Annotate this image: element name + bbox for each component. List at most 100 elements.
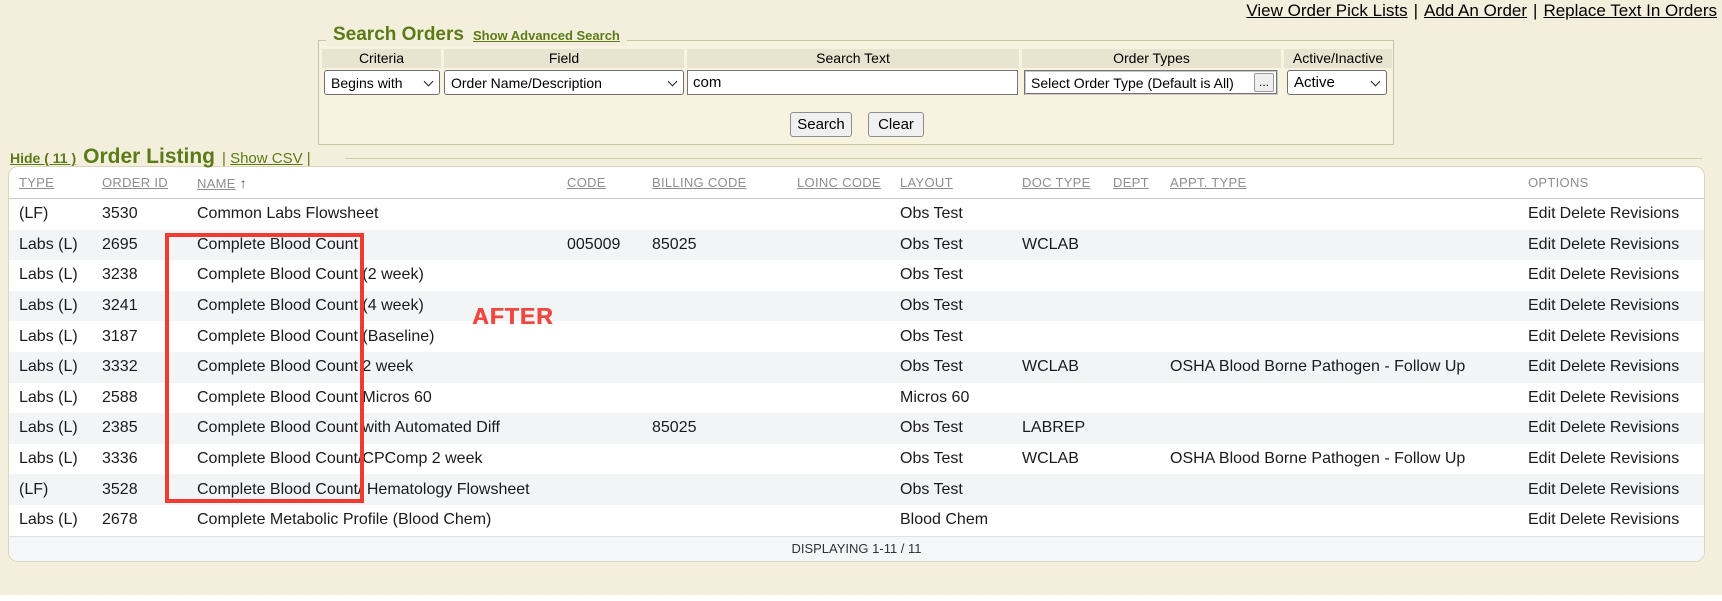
options-cell: EditDeleteRevisions (1518, 481, 1704, 499)
edit-action-link[interactable]: Edit (1528, 450, 1556, 467)
field-select[interactable]: Order Name/Description (444, 70, 684, 95)
revisions-action-link[interactable]: Revisions (1610, 419, 1679, 436)
criteria-select[interactable]: Begins with (324, 70, 440, 95)
cell: Complete Blood Count with Automated Diff (187, 419, 557, 437)
edit-action-link[interactable]: Edit (1528, 419, 1556, 436)
active-inactive-column-label: Active/Inactive (1284, 49, 1392, 68)
delete-action-link[interactable]: Delete (1560, 419, 1606, 436)
show-csv-link[interactable]: Show CSV (230, 150, 303, 167)
edit-action-link[interactable]: Edit (1528, 328, 1556, 345)
column-header-label[interactable]: ORDER ID (102, 175, 168, 190)
top-nav-link[interactable]: Add An Order (1424, 1, 1527, 20)
order-type-browse-button[interactable]: ... (1254, 73, 1274, 92)
table-header-row: TYPE ORDER ID NAME↑ CODE BILLING CODE LOINC C… (9, 167, 1704, 199)
search-text-input[interactable] (687, 70, 1018, 95)
edit-action-link[interactable]: Edit (1528, 481, 1556, 498)
revisions-action-link[interactable]: Revisions (1610, 205, 1679, 222)
column-header-label[interactable]: NAME (197, 176, 236, 191)
cell: OSHA Blood Borne Pathogen - Follow Up (1160, 450, 1518, 468)
revisions-action-link[interactable]: Revisions (1610, 328, 1679, 345)
cell: Labs (L) (9, 389, 92, 407)
cell: 85025 (642, 236, 787, 254)
edit-action-link[interactable]: Edit (1528, 297, 1556, 314)
cell: Obs Test (890, 266, 1012, 284)
column-header-label[interactable]: DEPT (1113, 175, 1149, 190)
order-listing-title: Order Listing (83, 145, 215, 169)
revisions-action-link[interactable]: Revisions (1610, 450, 1679, 467)
delete-action-link[interactable]: Delete (1560, 450, 1606, 467)
chevron-down-icon (668, 76, 678, 86)
top-nav-link[interactable]: Replace Text In Orders (1543, 1, 1717, 20)
column-header-appt-type[interactable]: APPT. TYPE (1160, 175, 1518, 190)
table-row: Labs (L)3238Complete Blood Count (2 week… (9, 260, 1704, 291)
column-header-loinc-code[interactable]: LOINC CODE (787, 175, 890, 190)
clear-button[interactable]: Clear (868, 112, 924, 137)
revisions-action-link[interactable]: Revisions (1610, 266, 1679, 283)
cell: Obs Test (890, 450, 1012, 468)
cell: Labs (L) (9, 236, 92, 254)
cell: 005009 (557, 236, 642, 254)
options-cell: EditDeleteRevisions (1518, 511, 1704, 529)
edit-action-link[interactable]: Edit (1528, 511, 1556, 528)
cell: Complete Blood Count Micros 60 (187, 389, 557, 407)
order-type-picker[interactable]: Select Order Type (Default is All) ... (1024, 70, 1278, 95)
edit-action-link[interactable]: Edit (1528, 389, 1556, 406)
options-cell: EditDeleteRevisions (1518, 450, 1704, 468)
column-header-label[interactable]: DOC TYPE (1022, 175, 1091, 190)
column-header-doc-type[interactable]: DOC TYPE (1012, 175, 1103, 190)
delete-action-link[interactable]: Delete (1560, 266, 1606, 283)
cell: 3187 (92, 328, 187, 346)
column-header-code[interactable]: CODE (557, 175, 642, 190)
revisions-action-link[interactable]: Revisions (1610, 511, 1679, 528)
column-header-dept[interactable]: DEPT (1103, 175, 1160, 190)
delete-action-link[interactable]: Delete (1560, 511, 1606, 528)
column-header-label[interactable]: BILLING CODE (652, 175, 747, 190)
column-header-label: OPTIONS (1528, 175, 1589, 190)
delete-action-link[interactable]: Delete (1560, 236, 1606, 253)
delete-action-link[interactable]: Delete (1560, 328, 1606, 345)
search-button[interactable]: Search (790, 112, 852, 137)
column-header-label[interactable]: APPT. TYPE (1170, 175, 1246, 190)
column-header-label[interactable]: TYPE (19, 175, 54, 190)
cell: 3238 (92, 266, 187, 284)
edit-action-link[interactable]: Edit (1528, 358, 1556, 375)
cell: 2385 (92, 419, 187, 437)
cell: Complete Blood Count (Baseline) (187, 328, 557, 346)
top-nav-link[interactable]: View Order Pick Lists (1246, 1, 1407, 20)
revisions-action-link[interactable]: Revisions (1610, 481, 1679, 498)
cell: LABREP (1012, 419, 1103, 437)
show-advanced-search-link[interactable]: Show Advanced Search (473, 28, 620, 43)
column-header-layout[interactable]: LAYOUT (890, 175, 1012, 190)
column-header-name[interactable]: NAME↑ (187, 175, 557, 191)
delete-action-link[interactable]: Delete (1560, 358, 1606, 375)
column-header-label[interactable]: CODE (567, 175, 606, 190)
cell: Obs Test (890, 297, 1012, 315)
delete-action-link[interactable]: Delete (1560, 297, 1606, 314)
revisions-action-link[interactable]: Revisions (1610, 358, 1679, 375)
cell: 85025 (642, 419, 787, 437)
table-row: Labs (L)3332Complete Blood Count 2 weekO… (9, 352, 1704, 383)
active-inactive-select[interactable]: Active (1287, 70, 1387, 95)
options-cell: EditDeleteRevisions (1518, 266, 1704, 284)
revisions-action-link[interactable]: Revisions (1610, 389, 1679, 406)
revisions-action-link[interactable]: Revisions (1610, 236, 1679, 253)
cell: Labs (L) (9, 450, 92, 468)
cell: Labs (L) (9, 297, 92, 315)
hide-count-link[interactable]: Hide ( 11 ) (10, 150, 76, 166)
column-header-type[interactable]: TYPE (9, 175, 92, 190)
delete-action-link[interactable]: Delete (1560, 389, 1606, 406)
cell: Labs (L) (9, 511, 92, 529)
edit-action-link[interactable]: Edit (1528, 236, 1556, 253)
edit-action-link[interactable]: Edit (1528, 205, 1556, 222)
revisions-action-link[interactable]: Revisions (1610, 297, 1679, 314)
edit-action-link[interactable]: Edit (1528, 266, 1556, 283)
column-header-order-id[interactable]: ORDER ID (92, 175, 187, 190)
column-header-label[interactable]: LAYOUT (900, 175, 953, 190)
order-type-value: Select Order Type (Default is All) (1031, 75, 1254, 91)
column-header-billing-code[interactable]: BILLING CODE (642, 175, 787, 190)
delete-action-link[interactable]: Delete (1560, 205, 1606, 222)
chevron-down-icon (1371, 76, 1381, 86)
delete-action-link[interactable]: Delete (1560, 481, 1606, 498)
column-header-label[interactable]: LOINC CODE (797, 175, 881, 190)
chevron-down-icon (424, 76, 434, 86)
